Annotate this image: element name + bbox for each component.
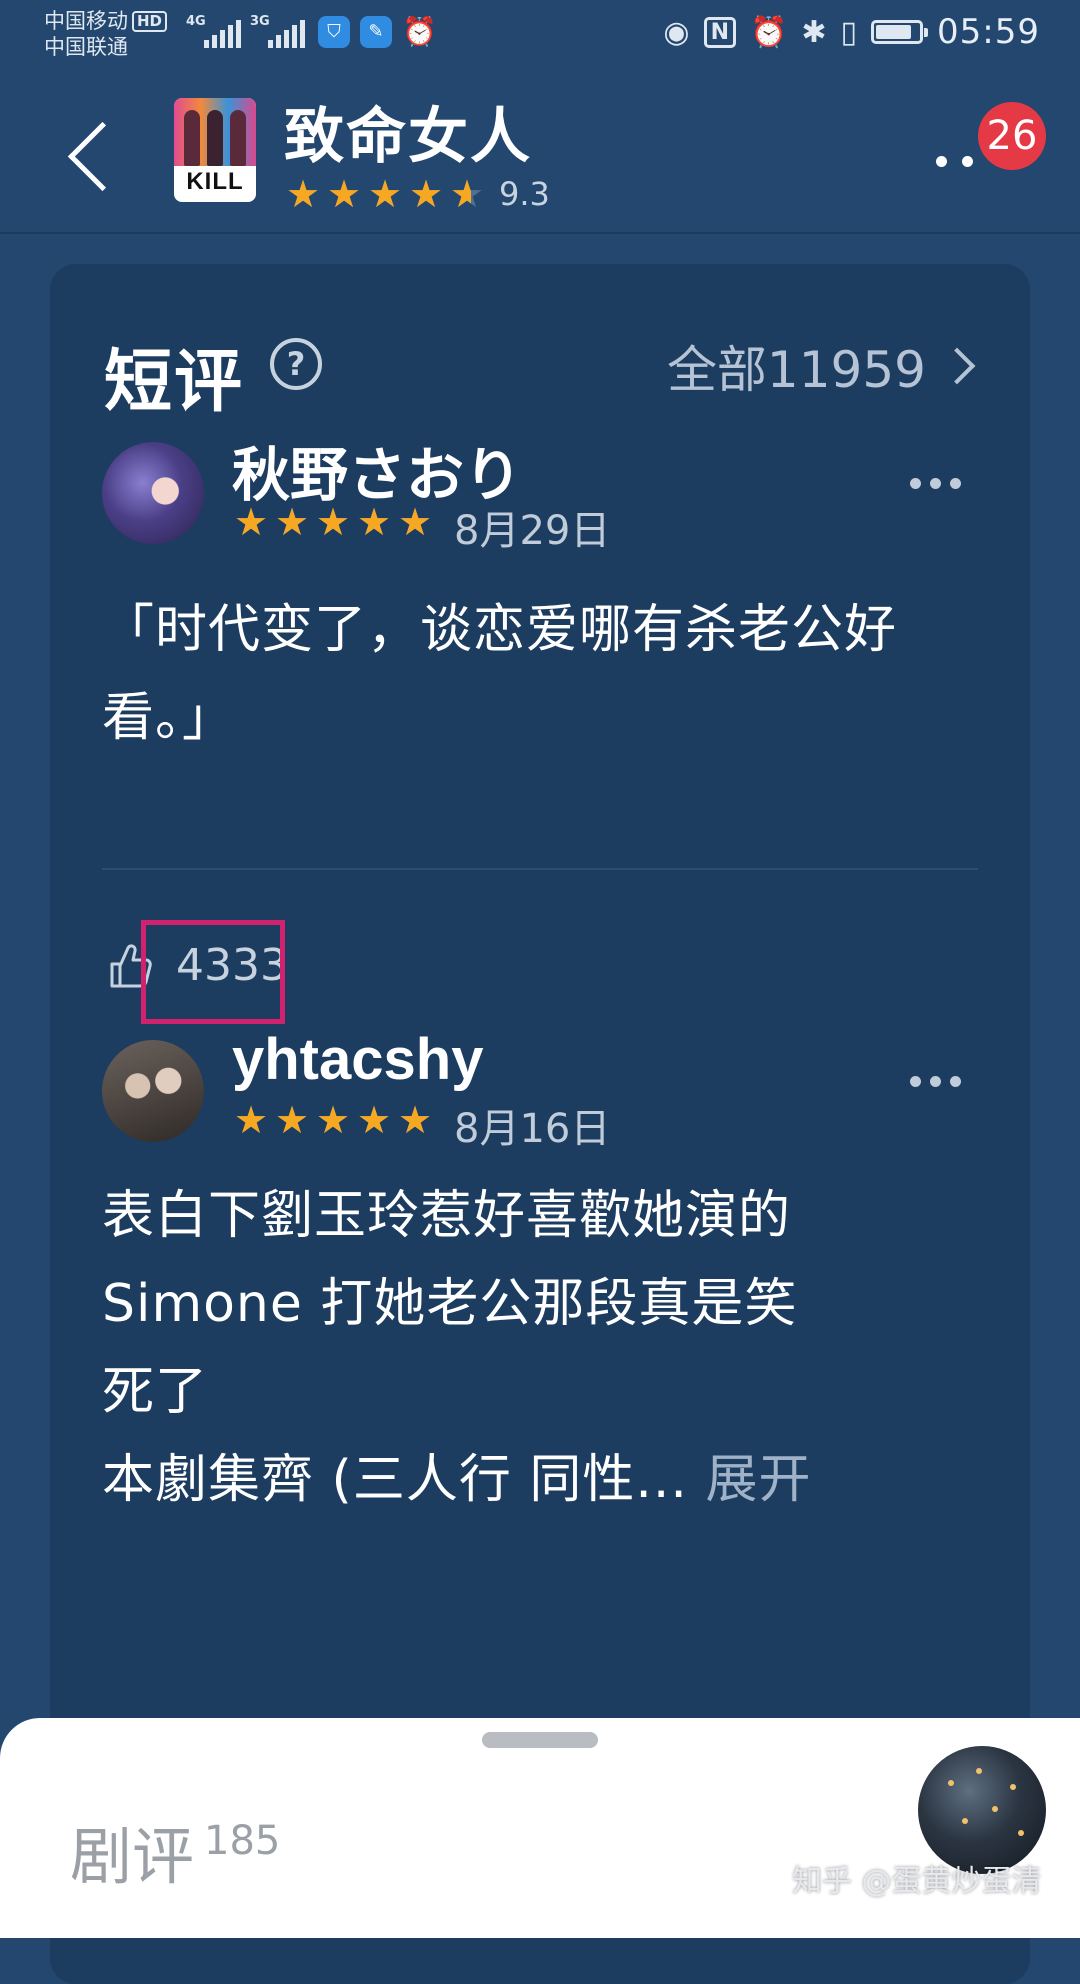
review-content-line: Simone 打她老公那段真是笑 <box>102 1274 798 1334</box>
star-icon: ★ ★ <box>398 500 433 544</box>
app-header: KILL 致命女人 ★ ★ ★ ★ ★ ★ ★ ★ ★ ★ 9.3 26 <box>0 70 1080 234</box>
user-avatar[interactable] <box>102 442 204 544</box>
star-icon: ★ ★ <box>357 500 392 544</box>
star-icon: ★ ★ <box>368 172 403 216</box>
review-date: 8月29日 <box>454 508 611 554</box>
vibrate-icon: ▯ <box>840 14 858 50</box>
section-title: 短评 <box>104 343 245 422</box>
battery-icon <box>871 20 929 44</box>
status-time: 05:59 <box>937 12 1040 52</box>
alarm-icon: ⏰ <box>402 15 437 48</box>
expand-link[interactable]: 展开 <box>705 1450 811 1510</box>
compass-app-icon: ✎ <box>360 16 392 48</box>
view-all-label: 全部11959 <box>666 341 926 399</box>
tab-count: 185 <box>204 1818 281 1864</box>
review-content-line: 本劇集齊 (三人行 同性... <box>102 1450 688 1510</box>
star-icon: ★ ★ <box>275 1098 310 1142</box>
eye-icon: ◉ <box>663 14 690 50</box>
star-icon: ★ ★ <box>398 1098 433 1142</box>
review-date: 8月16日 <box>454 1106 611 1152</box>
carrier-1: 中国移动 <box>44 9 128 33</box>
nfc-icon: N <box>703 16 736 48</box>
review-content: 「时代变了，谈恋爱哪有杀老公好看。」 <box>102 600 898 748</box>
drag-handle[interactable] <box>482 1732 598 1748</box>
user-avatar[interactable] <box>102 1040 204 1142</box>
shield-app-icon: ⛉ <box>318 16 350 48</box>
signal-3g-label: 3G <box>250 14 270 29</box>
view-all-link[interactable]: 全部11959 <box>667 330 976 402</box>
review-more-button[interactable] <box>910 1072 970 1092</box>
tab-label: 剧评 <box>70 1820 195 1893</box>
star-icon: ★ ★ <box>316 1098 351 1142</box>
watermark-text: 知乎 @蛋黄炒蛋清 <box>792 1864 1042 1899</box>
star-icon: ★ ★ <box>327 172 362 216</box>
review-stars: ★ ★ ★ ★ ★ ★ ★ ★ ★ ★ <box>234 1100 439 1140</box>
review-username[interactable]: yhtacshy <box>232 1026 483 1093</box>
review-more-button[interactable] <box>910 474 970 494</box>
star-icon: ★ ★ <box>234 1098 269 1142</box>
star-icon: ★ ★ <box>234 500 269 544</box>
review-content-line: 表白下劉玉玲惹好喜歡她演的 <box>102 1186 792 1246</box>
star-icon: ★ ★ <box>286 172 321 216</box>
alarm-status-icon: ⏰ <box>750 14 788 50</box>
help-icon[interactable]: ? <box>270 338 322 390</box>
review-content: 表白下劉玉玲惹好喜歡她演的 Simone 打她老公那段真是笑 死了 本劇集齊 (… <box>102 1172 982 1524</box>
star-icon: ★ ★ <box>275 500 310 544</box>
chevron-right-icon <box>938 347 976 385</box>
rating-row: ★ ★ ★ ★ ★ ★ ★ ★ ★ ★ 9.3 <box>286 174 550 214</box>
poster-title: KILL <box>186 168 244 195</box>
highlight-annotation <box>141 920 285 1024</box>
bluetooth-icon: ✱ <box>801 14 827 50</box>
carrier-info: 中国移动 HD 中国联通 <box>44 8 168 60</box>
star-icon: ★ ★ <box>357 1098 392 1142</box>
tab-drama-reviews[interactable]: 剧评 185 <box>70 1806 280 1896</box>
review-content-line: 死了 <box>102 1362 209 1422</box>
star-icon: ★ ★ <box>316 500 351 544</box>
review-divider <box>102 868 978 870</box>
rating-stars: ★ ★ ★ ★ ★ ★ ★ ★ ★ ★ <box>286 174 491 214</box>
movie-poster[interactable]: KILL <box>174 98 256 202</box>
signal-4g-label: 4G <box>186 14 206 29</box>
hd-badge: HD <box>132 11 168 32</box>
review-stars: ★ ★ ★ ★ ★ ★ ★ ★ ★ ★ <box>234 502 439 542</box>
rating-score: 9.3 <box>499 175 550 213</box>
page-title: 致命女人 <box>284 102 532 172</box>
carrier-2: 中国联通 <box>44 35 128 59</box>
battery-fill <box>876 25 912 39</box>
back-button[interactable] <box>62 116 112 196</box>
star-icon: ★ ★ <box>450 172 485 216</box>
star-icon: ★ ★ <box>409 172 444 216</box>
status-bar: 中国移动 HD 中国联通 4G 3G ⛉ ✎ ⏰ ◉ N ⏰ ✱ ▯ 05:59 <box>0 0 1080 70</box>
notification-badge[interactable]: 26 <box>978 102 1046 170</box>
